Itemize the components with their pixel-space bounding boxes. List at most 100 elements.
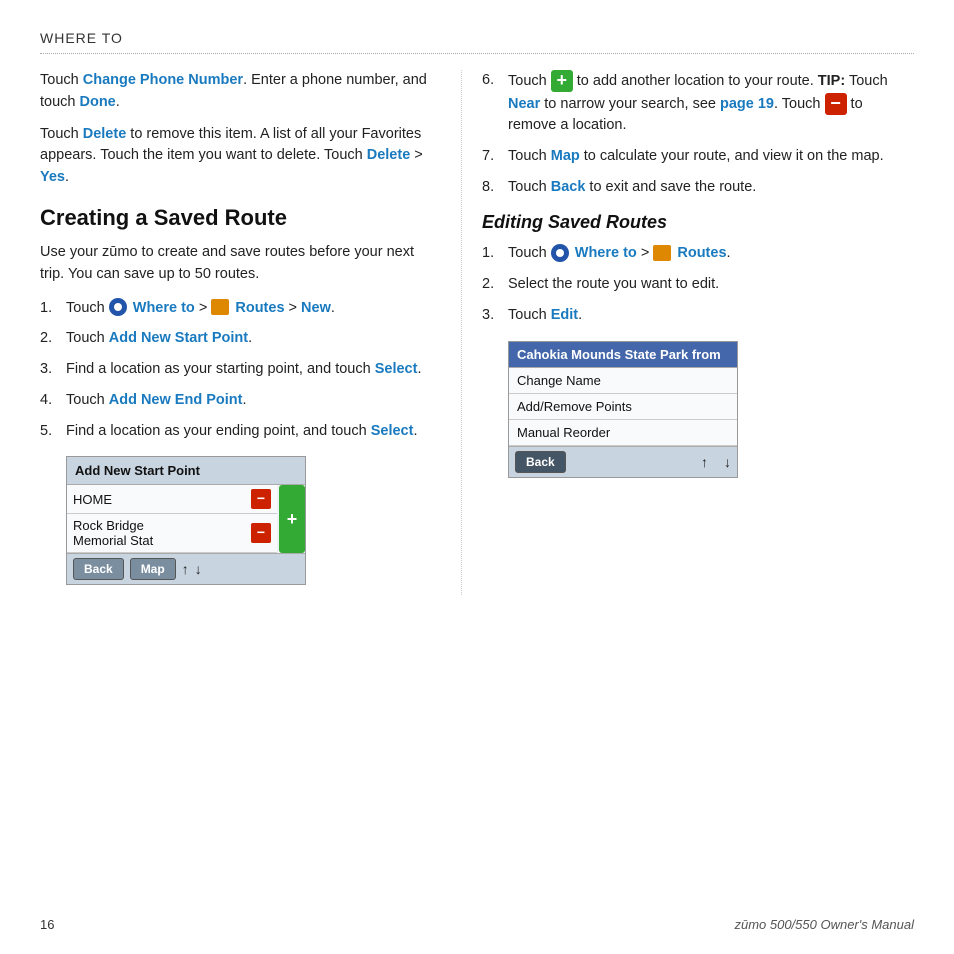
- back-link[interactable]: Back: [551, 179, 586, 195]
- cahokia-header: Cahokia Mounds State Park from: [509, 342, 737, 368]
- rock-bridge-minus-btn[interactable]: −: [251, 523, 271, 543]
- step-2-num: 2.: [40, 328, 66, 350]
- add-point-plus-btn[interactable]: +: [279, 485, 305, 553]
- routes-icon-1: [211, 299, 229, 315]
- edit-step-2-num: 2.: [482, 274, 508, 296]
- home-minus-btn[interactable]: −: [251, 489, 271, 509]
- screenshot-row-rock-bridge: Rock BridgeMemorial Stat −: [67, 514, 277, 553]
- step-4-text: Touch Add New End Point.: [66, 390, 431, 412]
- where-to-icon-2: [551, 244, 569, 262]
- step-2: 2. Touch Add New Start Point.: [40, 328, 431, 350]
- step-7-num: 7.: [482, 146, 508, 168]
- cahokia-screenshot: Cahokia Mounds State Park from Change Na…: [508, 341, 738, 478]
- saved-route-body: Use your zūmo to create and save routes …: [40, 241, 431, 286]
- page-header-title: Where To: [40, 30, 123, 46]
- cahokia-down-arrow[interactable]: ↓: [724, 454, 731, 470]
- page: Where To Touch Change Phone Number. Ente…: [0, 0, 954, 954]
- page-19-link[interactable]: page 19: [720, 95, 774, 111]
- editing-saved-routes-title: Editing Saved Routes: [482, 212, 914, 233]
- routes-link-2[interactable]: Routes: [677, 245, 726, 261]
- cahokia-up-arrow[interactable]: ↑: [701, 454, 708, 470]
- step-1-num: 1.: [40, 298, 66, 320]
- edit-step-2-text: Select the route you want to edit.: [508, 274, 914, 296]
- plus-button-icon[interactable]: +: [551, 70, 573, 92]
- near-link[interactable]: Near: [508, 95, 540, 111]
- step-1-text: Touch Where to > Routes > New.: [66, 298, 431, 320]
- minus-button-icon[interactable]: −: [825, 93, 847, 115]
- delete-link-1[interactable]: Delete: [83, 126, 127, 142]
- screenshot-map-btn[interactable]: Map: [130, 558, 176, 580]
- edit-step-1: 1. Touch Where to > Routes.: [482, 243, 914, 265]
- step-5-text: Find a location as your ending point, an…: [66, 421, 431, 443]
- step-4: 4. Touch Add New End Point.: [40, 390, 431, 412]
- left-column: Touch Change Phone Number. Enter a phone…: [40, 70, 461, 595]
- page-footer: 16 zūmo 500/550 Owner's Manual: [40, 917, 914, 932]
- screenshot-down-arrow[interactable]: ↓: [195, 561, 202, 577]
- step-3-text: Find a location as your starting point, …: [66, 359, 431, 381]
- step-3: 3. Find a location as your starting poin…: [40, 359, 431, 381]
- step-8-num: 8.: [482, 177, 508, 199]
- right-steps-list: 6. Touch + to add another location to yo…: [482, 70, 914, 198]
- new-link[interactable]: New: [301, 300, 331, 316]
- screenshot-row-home: HOME −: [67, 485, 277, 514]
- intro-paragraph-2: Touch Delete to remove this item. A list…: [40, 124, 431, 189]
- screenshot-back-btn[interactable]: Back: [73, 558, 124, 580]
- step-4-num: 4.: [40, 390, 66, 412]
- creating-saved-route-title: Creating a Saved Route: [40, 205, 431, 231]
- page-header: Where To: [40, 30, 914, 54]
- step-7-text: Touch Map to calculate your route, and v…: [508, 146, 914, 168]
- where-to-link-2[interactable]: Where to: [571, 245, 637, 261]
- map-link[interactable]: Map: [551, 148, 580, 164]
- screenshot-rows: HOME − Rock BridgeMemorial Stat −: [67, 485, 277, 553]
- screenshot-footer: Back Map ↑ ↓: [67, 553, 305, 584]
- step-6-text: Touch + to add another location to your …: [508, 70, 914, 137]
- routes-link-1[interactable]: Routes: [235, 300, 284, 316]
- step-5-num: 5.: [40, 421, 66, 443]
- edit-step-1-num: 1.: [482, 243, 508, 265]
- edit-step-3-num: 3.: [482, 305, 508, 327]
- step-6: 6. Touch + to add another location to yo…: [482, 70, 914, 137]
- manual-title: zūmo 500/550 Owner's Manual: [734, 917, 914, 932]
- step-6-num: 6.: [482, 70, 508, 92]
- edit-link[interactable]: Edit: [551, 307, 578, 323]
- rock-bridge-label: Rock BridgeMemorial Stat: [73, 518, 247, 548]
- edit-step-3: 3. Touch Edit.: [482, 305, 914, 327]
- step-2-text: Touch Add New Start Point.: [66, 328, 431, 350]
- edit-step-1-text: Touch Where to > Routes.: [508, 243, 914, 265]
- step-7: 7. Touch Map to calculate your route, an…: [482, 146, 914, 168]
- where-to-link-1[interactable]: Where to: [129, 300, 195, 316]
- content-area: Touch Change Phone Number. Enter a phone…: [40, 70, 914, 595]
- screenshot-up-arrow[interactable]: ↑: [182, 561, 189, 577]
- change-name-row[interactable]: Change Name: [509, 368, 737, 394]
- edit-step-3-text: Touch Edit.: [508, 305, 914, 327]
- screenshot-header: Add New Start Point: [67, 457, 305, 485]
- home-label: HOME: [73, 492, 247, 507]
- step-8: 8. Touch Back to exit and save the route…: [482, 177, 914, 199]
- yes-link[interactable]: Yes: [40, 169, 65, 185]
- intro-paragraph-1: Touch Change Phone Number. Enter a phone…: [40, 70, 431, 114]
- left-steps-list: 1. Touch Where to > Routes > New. 2. Tou…: [40, 298, 431, 443]
- cahokia-back-btn[interactable]: Back: [515, 451, 566, 473]
- edit-steps-list: 1. Touch Where to > Routes. 2. Select th…: [482, 243, 914, 326]
- step-5: 5. Find a location as your ending point,…: [40, 421, 431, 443]
- step-1: 1. Touch Where to > Routes > New.: [40, 298, 431, 320]
- edit-step-2: 2. Select the route you want to edit.: [482, 274, 914, 296]
- add-remove-points-row[interactable]: Add/Remove Points: [509, 394, 737, 420]
- step-8-text: Touch Back to exit and save the route.: [508, 177, 914, 199]
- routes-icon-2: [653, 245, 671, 261]
- step-3-num: 3.: [40, 359, 66, 381]
- delete-link-2[interactable]: Delete: [367, 147, 411, 163]
- add-new-end-link[interactable]: Add New End Point: [109, 392, 243, 408]
- select-link-2[interactable]: Select: [371, 423, 414, 439]
- screenshot-rows-container: HOME − Rock BridgeMemorial Stat − +: [67, 485, 305, 553]
- done-link[interactable]: Done: [80, 94, 116, 110]
- add-new-start-link[interactable]: Add New Start Point: [109, 330, 248, 346]
- add-start-point-screenshot: Add New Start Point HOME − Rock BridgeMe…: [66, 456, 306, 585]
- tip-bold: TIP:: [818, 73, 845, 89]
- cahokia-footer: Back ↑ ↓: [509, 446, 737, 477]
- where-to-icon-1: [109, 298, 127, 316]
- change-phone-link[interactable]: Change Phone Number: [83, 72, 243, 88]
- manual-reorder-row[interactable]: Manual Reorder: [509, 420, 737, 446]
- right-column: 6. Touch + to add another location to yo…: [461, 70, 914, 595]
- select-link-1[interactable]: Select: [375, 361, 418, 377]
